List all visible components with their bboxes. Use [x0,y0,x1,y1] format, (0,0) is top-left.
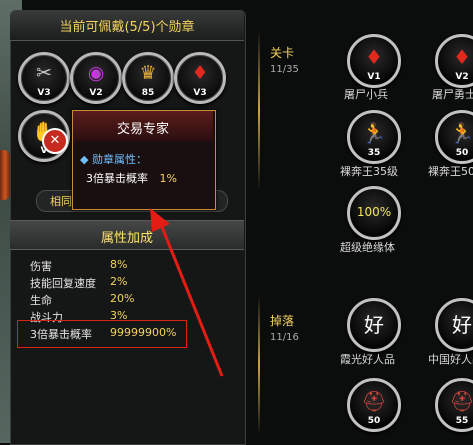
medal-label: 裸奔王35级 [340,165,398,178]
medal-level: V1 [367,72,381,82]
category-name: 关卡 [270,46,295,60]
medal-item[interactable]: 🏃 35 [347,110,401,164]
medal-item[interactable]: 好 [347,298,401,352]
medal-level: 55 [455,416,469,426]
blood-drop-icon: ♦ [453,45,471,69]
medal-label: 屠尸小兵 [344,88,388,101]
good-character-icon: 好 [364,313,384,337]
category-divider [258,295,260,435]
runner-icon: 🏃 [449,121,473,145]
medal-level: V2 [455,72,469,82]
medal-label: 屠尸勇士 [432,88,473,101]
medal-item[interactable]: ♦ V1 [347,34,401,88]
good-character-icon: 好 [452,313,472,337]
category-count: 11/16 [270,332,299,343]
medal-item[interactable]: 100% [347,186,401,240]
helmet-icon: ⛑ [361,389,387,413]
runner-icon: 🏃 [361,121,387,145]
medal-level: 35 [367,148,381,158]
category-name: 掉落 [270,314,295,328]
medal-level: 50 [367,416,381,426]
medal-label: 裸奔王50级 [428,165,473,178]
medal-label: 超级绝缘体 [340,241,395,254]
medal-item[interactable]: ⛑ 50 [347,378,401,432]
category-divider [258,30,260,190]
medal-label: 中国好人品 [428,353,473,366]
blood-drop-icon: ♦ [365,45,383,69]
medal-label: 霞光好人品 [340,353,395,366]
category-count: 11/35 [270,64,299,75]
hundred-percent-icon: 100% [356,205,392,219]
annotation-arrow [150,208,224,377]
medal-level: 50 [455,148,469,158]
helmet-icon: ⛑ [449,389,473,413]
